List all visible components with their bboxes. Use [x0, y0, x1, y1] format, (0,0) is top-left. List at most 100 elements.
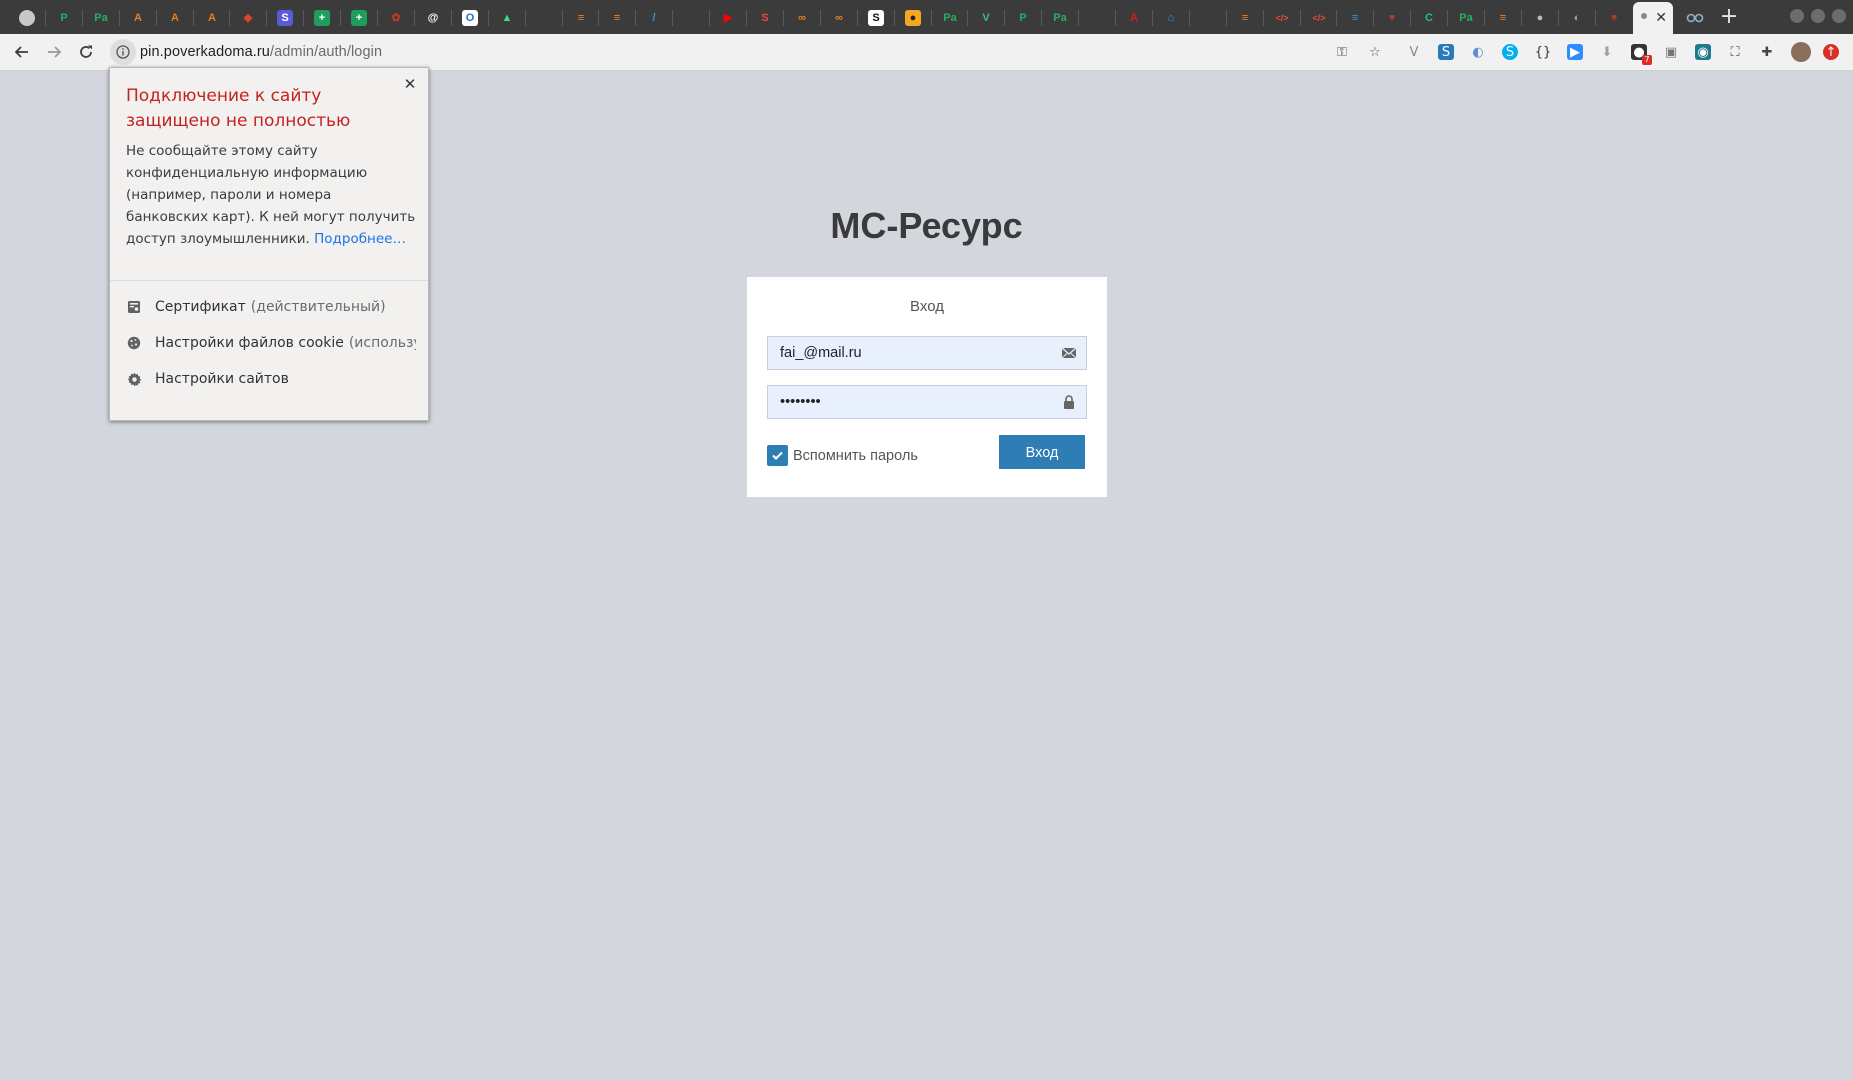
tab-item[interactable]: S — [268, 4, 302, 32]
tab-item[interactable]: ≡ — [1338, 4, 1372, 32]
tab-item[interactable]: P — [1006, 4, 1040, 32]
tab-item[interactable]: ♥ — [1597, 4, 1631, 32]
reload-icon — [80, 45, 92, 58]
forward-button[interactable] — [42, 40, 66, 64]
tab-item[interactable]: V — [969, 4, 1003, 32]
tab-item[interactable]: ∞ — [785, 4, 819, 32]
tab-item[interactable] — [1080, 4, 1114, 32]
tab-item[interactable]: ≡ — [600, 4, 634, 32]
tab-item[interactable]: ◆ — [231, 4, 265, 32]
tab-item[interactable]: </> — [1302, 4, 1336, 32]
tab-item[interactable] — [674, 4, 708, 32]
tab-item[interactable]: ≡ — [1486, 4, 1520, 32]
tab-item[interactable] — [527, 4, 561, 32]
tab-item[interactable]: Pa — [933, 4, 967, 32]
tab-item[interactable]: ∞ — [822, 4, 856, 32]
tab-item[interactable]: O — [453, 4, 487, 32]
envelope-icon — [1061, 347, 1077, 359]
notification-count-badge: 7 — [1642, 55, 1652, 65]
skype-icon[interactable]: S — [1502, 44, 1518, 60]
site-info-button[interactable] — [110, 39, 136, 65]
update-icon[interactable]: ↑ — [1823, 44, 1839, 60]
close-icon[interactable]: ✕ — [401, 75, 419, 93]
new-tab-button[interactable]: + — [1717, 5, 1741, 29]
tab-item[interactable]: A — [195, 4, 229, 32]
password-input[interactable] — [768, 386, 1060, 418]
close-tab-icon[interactable]: ✕ — [1655, 11, 1667, 25]
tab-separator — [303, 10, 304, 26]
key-icon[interactable]: ⚿ — [1334, 44, 1350, 60]
tab-item[interactable]: Pa — [84, 4, 118, 32]
image-icon[interactable]: ▣ — [1663, 44, 1679, 60]
a-icon: A — [208, 12, 216, 24]
screenshot-icon[interactable]: ⛶ — [1727, 44, 1743, 60]
zoom-icon[interactable]: ▶ — [1567, 44, 1583, 60]
popup-item-cookies[interactable]: Настройки файлов cookie(используется) — [126, 332, 416, 354]
tab-separator — [562, 10, 563, 26]
remember-me[interactable]: Вспомнить пароль — [767, 445, 918, 466]
check-icon — [772, 451, 783, 460]
tab-separator — [1595, 10, 1596, 26]
popup-item-site-settings[interactable]: Настройки сайтов — [126, 368, 416, 390]
popup-item-certificate[interactable]: Сертификат (действительный) — [126, 296, 416, 318]
stack-icon: ≡ — [613, 12, 621, 24]
tab-item[interactable]: ✿ — [379, 4, 413, 32]
reload-button[interactable] — [74, 40, 98, 64]
tab-separator — [783, 10, 784, 26]
star-icon[interactable]: ☆ — [1367, 44, 1383, 60]
download-icon[interactable]: ⬇ — [1599, 44, 1615, 60]
tab-extra[interactable] — [1678, 4, 1712, 32]
back-button[interactable] — [10, 40, 34, 64]
arrow-left-icon — [14, 46, 28, 58]
puzzle-icon[interactable]: ✚ — [1759, 44, 1775, 60]
maximize-button[interactable] — [1811, 9, 1825, 23]
learn-more-link[interactable]: Подробнее… — [314, 231, 406, 247]
tab-item[interactable]: ≡ — [1228, 4, 1262, 32]
notification-icon[interactable]: ● 7 — [1631, 44, 1652, 65]
tab-item[interactable]: ♥ — [1375, 4, 1409, 32]
tab-item[interactable]: Pa — [1043, 4, 1077, 32]
tab-item[interactable]: ● — [1523, 4, 1557, 32]
color-picker-icon[interactable]: ◉ — [1695, 44, 1711, 60]
tab-item[interactable] — [10, 4, 44, 32]
fish-icon[interactable]: ◐ — [1470, 44, 1486, 60]
tab-item[interactable]: A — [1117, 4, 1151, 32]
email-input[interactable] — [768, 337, 1060, 369]
login-button[interactable]: Вход — [999, 435, 1085, 469]
heart-icon: ♥ — [1610, 12, 1618, 24]
tab-item[interactable]: + — [305, 4, 339, 32]
certificate-icon — [126, 299, 142, 315]
tab-item[interactable]: S — [748, 4, 782, 32]
v-icon[interactable]: V — [1406, 44, 1422, 60]
tab-item[interactable]: ⌂ — [1154, 4, 1188, 32]
s-icon: S — [277, 10, 293, 26]
tab-item[interactable]: S — [859, 4, 893, 32]
tab-item[interactable]: Pa — [1449, 4, 1483, 32]
tab-item[interactable]: ● — [896, 4, 930, 32]
s-icon[interactable]: S — [1438, 44, 1454, 60]
tab-item[interactable] — [1191, 4, 1225, 32]
avatar[interactable] — [1791, 42, 1811, 62]
tab-active[interactable]: ✕ — [1633, 2, 1673, 34]
tab-item[interactable]: A — [121, 4, 155, 32]
tab-item[interactable]: @ — [416, 4, 450, 32]
c-icon: C — [1425, 12, 1433, 24]
remember-checkbox[interactable] — [767, 445, 788, 466]
tab-item[interactable]: C — [1412, 4, 1446, 32]
close-window-button[interactable] — [1832, 9, 1846, 23]
tab-separator — [894, 10, 895, 26]
tab-item[interactable]: </> — [1265, 4, 1299, 32]
tab-item[interactable]: + — [342, 4, 376, 32]
json-icon[interactable]: {} — [1535, 44, 1552, 60]
tab-item[interactable]: / — [637, 4, 671, 32]
minimize-button[interactable] — [1790, 9, 1804, 23]
url-text[interactable]: pin.poverkadoma.ru/admin/auth/login — [140, 44, 382, 60]
tab-item[interactable]: A — [158, 4, 192, 32]
address-bar[interactable]: pin.poverkadoma.ru/admin/auth/login — [110, 38, 1392, 66]
tab-item[interactable]: ≡ — [564, 4, 598, 32]
tab-item[interactable]: ▶ — [711, 4, 745, 32]
android-icon: ▲ — [501, 12, 513, 24]
tab-item[interactable]: ◐ — [1560, 4, 1594, 32]
tab-item[interactable]: P — [47, 4, 81, 32]
tab-item[interactable]: ▲ — [490, 4, 524, 32]
